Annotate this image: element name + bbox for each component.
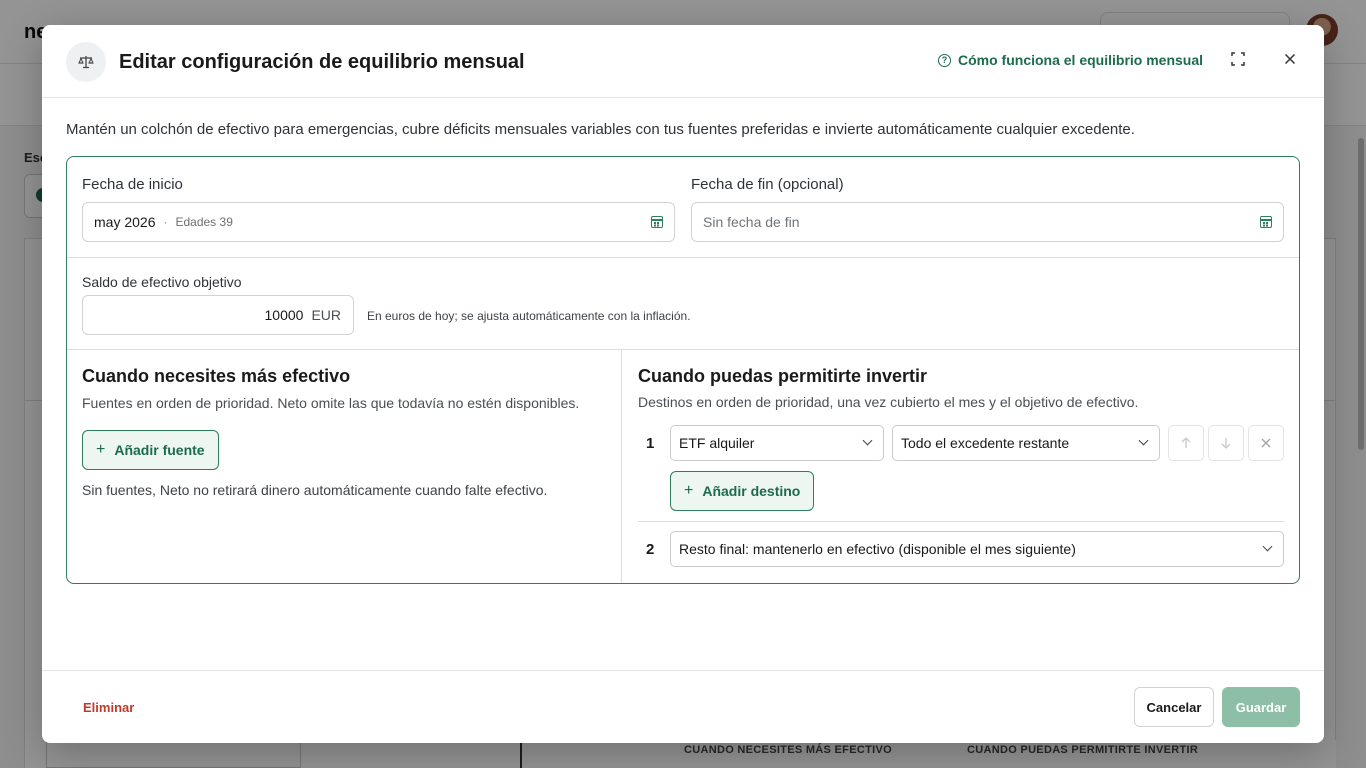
start-date-value: may 2026 (94, 214, 156, 230)
add-source-button[interactable]: + Añadir fuente (82, 430, 219, 470)
expand-button[interactable] (1226, 47, 1250, 71)
destinations-subtitle: Destinos en orden de prioridad, una vez … (638, 394, 1139, 410)
end-date-label: Fecha de fin (opcional) (691, 176, 844, 193)
row-divider (638, 521, 1284, 522)
balance-scale-icon (66, 42, 106, 82)
sources-column: Cuando necesites más efectivo Fuentes en… (67, 350, 622, 583)
calendar-icon[interactable] (651, 216, 663, 228)
final-remainder-select[interactable]: Resto final: mantenerlo en efectivo (dis… (670, 531, 1284, 567)
start-date-age: Edades 39 (175, 215, 233, 229)
final-remainder-value: Resto final: mantenerlo en efectivo (dis… (679, 541, 1076, 557)
cash-target-label: Saldo de efectivo objetivo (82, 274, 242, 290)
start-date-field[interactable]: may 2026 · Edades 39 (82, 202, 675, 242)
dates-section: Fecha de inicio may 2026 · Edades 39 Fec… (67, 157, 1299, 258)
cash-target-unit: EUR (311, 307, 341, 323)
cash-target-value: 10000 (264, 307, 304, 323)
destination-priority-number: 1 (646, 435, 655, 452)
cash-target-help: En euros de hoy; se ajusta automáticamen… (367, 309, 691, 323)
question-icon: ? (938, 53, 951, 67)
delete-button[interactable]: Eliminar (83, 700, 134, 715)
cash-target-section: Saldo de efectivo objetivo 10000 EUR En … (67, 258, 1299, 350)
arrow-up-icon (1181, 437, 1191, 448)
cash-target-input[interactable]: 10000 EUR (82, 295, 354, 335)
add-source-label: Añadir fuente (114, 442, 205, 458)
end-date-placeholder: Sin fecha de fin (703, 214, 800, 230)
destinations-title: Cuando puedas permitirte invertir (638, 366, 928, 386)
move-down-button[interactable] (1208, 425, 1244, 461)
help-link-label: Cómo funciona el equilibrio mensual (958, 52, 1204, 68)
dialog-intro: Mantén un colchón de efectivo para emerg… (66, 121, 1135, 138)
dialog-footer: Eliminar Cancelar Guardar (42, 670, 1324, 743)
move-up-button[interactable] (1168, 425, 1204, 461)
arrow-down-icon (1221, 438, 1231, 449)
destination-amount-value: Todo el excedente restante (901, 435, 1070, 451)
start-date-label: Fecha de inicio (82, 176, 183, 193)
close-icon (1284, 53, 1296, 65)
destinations-column: Cuando puedas permitirte invertir Destin… (622, 350, 1299, 583)
sources-subtitle: Fuentes en orden de prioridad. Neto omit… (82, 395, 580, 411)
destination-amount-select[interactable]: Todo el excedente restante (892, 425, 1160, 461)
save-button[interactable]: Guardar (1222, 687, 1300, 727)
sources-title: Cuando necesites más efectivo (82, 366, 351, 386)
chevron-down-icon (1262, 541, 1273, 552)
calendar-icon[interactable] (1260, 216, 1272, 228)
chevron-down-icon (862, 435, 873, 446)
add-destination-label: Añadir destino (702, 483, 801, 499)
add-destination-button[interactable]: + Añadir destino (670, 471, 815, 511)
config-card: Fecha de inicio may 2026 · Edades 39 Fec… (66, 156, 1300, 584)
cancel-button[interactable]: Cancelar (1134, 687, 1214, 727)
chevron-down-icon (1138, 435, 1149, 446)
remove-destination-button[interactable] (1248, 425, 1284, 461)
end-date-field[interactable]: Sin fecha de fin (691, 202, 1284, 242)
start-date-separator: · (163, 215, 168, 229)
dialog-header: Editar configuración de equilibrio mensu… (42, 25, 1324, 98)
plus-icon: + (96, 441, 106, 458)
monthly-balance-dialog: Editar configuración de equilibrio mensu… (42, 25, 1324, 743)
dialog-title: Editar configuración de equilibrio mensu… (119, 51, 525, 73)
close-icon (1261, 438, 1271, 448)
plus-icon: + (684, 482, 694, 499)
expand-icon (1231, 52, 1245, 66)
destination-asset-select[interactable]: ETF alquiler (670, 425, 884, 461)
destination-asset-value: ETF alquiler (679, 435, 755, 451)
destination-priority-number: 2 (646, 541, 655, 558)
help-link[interactable]: ? Cómo funciona el equilibrio mensual (938, 52, 1203, 68)
close-button[interactable] (1278, 47, 1302, 71)
sources-empty-note: Sin fuentes, Neto no retirará dinero aut… (82, 482, 548, 498)
